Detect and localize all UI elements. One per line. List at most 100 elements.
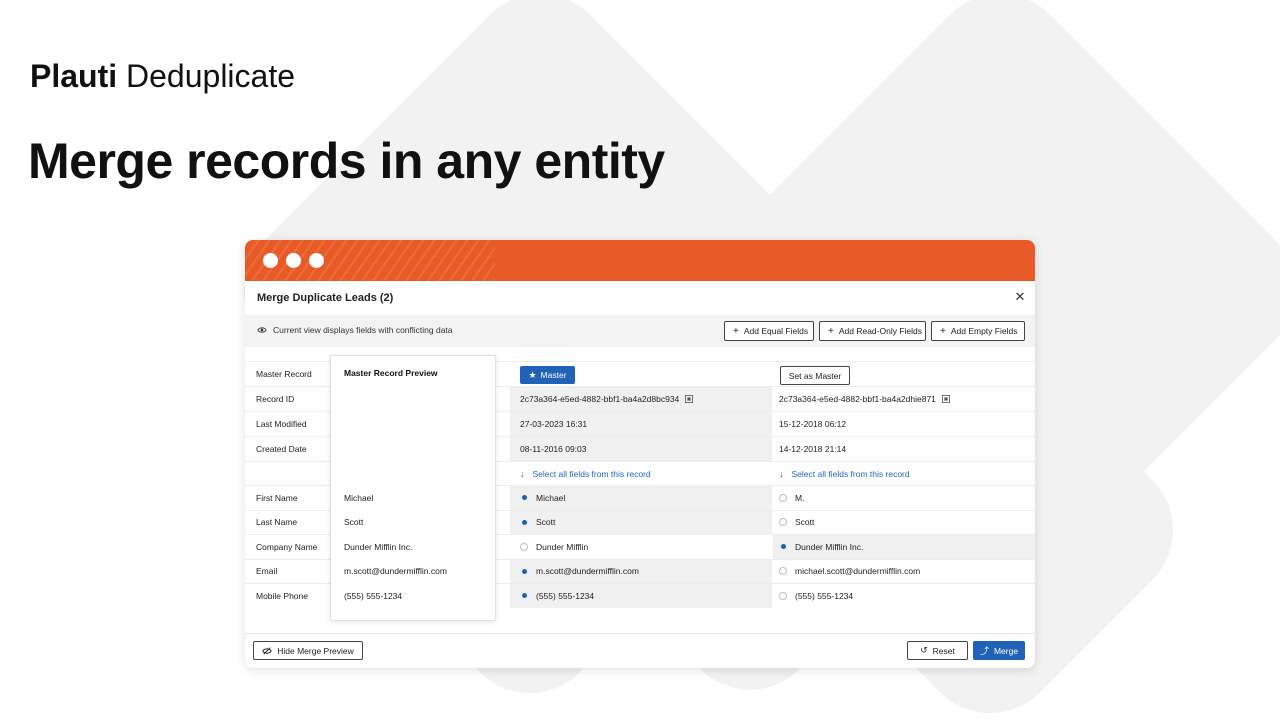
row-label: Email [256, 566, 278, 577]
button-label: Add Read-Only Fields [838, 326, 922, 336]
button-label: Add Equal Fields [743, 326, 809, 336]
app-window: Merge Duplicate Leads (2) ✕ Current view… [245, 240, 1035, 668]
record-id-text: 2c73a364-e5ed-4882-bbf1-ba4a2dhie871 [779, 393, 936, 404]
select-all-record1-link[interactable]: ↓ Select all fields from this record [510, 462, 772, 486]
window-dot [263, 253, 278, 268]
record1-value: 27-03-2023 16:31 [510, 412, 772, 436]
brand-product: Deduplicate [117, 58, 296, 94]
set-as-master-button[interactable]: Set as Master [780, 366, 850, 385]
reset-button[interactable]: ↺ Reset [907, 641, 968, 660]
info-text: Current view displays fields with confli… [273, 325, 453, 335]
record1-option[interactable]: Michael [510, 486, 772, 510]
option-value: michael.scott@dundermifflin.com [795, 566, 921, 577]
record1-option[interactable]: (555) 555-1234 [510, 584, 772, 608]
plus-icon: + [828, 325, 834, 337]
option-value: (555) 555-1234 [536, 590, 595, 601]
row-label: First Name [256, 492, 298, 503]
radio-unselected[interactable] [779, 567, 787, 576]
row-label: Created Date [256, 443, 307, 454]
undo-icon: ↺ [920, 645, 928, 655]
option-value: m.scott@dundermifflin.com [536, 566, 639, 577]
record2-value: 2c73a364-e5ed-4882-bbf1-ba4a2dhie871 [773, 387, 1035, 411]
merge-button[interactable]: ⤴ Merge [973, 641, 1025, 660]
button-label: Merge [993, 645, 1019, 656]
option-value: Dunder Mifflin Inc. [795, 541, 864, 552]
master-button[interactable]: ★ Master [520, 366, 575, 384]
radio-selected[interactable] [521, 519, 527, 525]
info-message: Current view displays fields with confli… [257, 325, 453, 335]
info-bar: Current view displays fields with confli… [245, 315, 1035, 347]
record2-option[interactable]: Dunder Mifflin Inc. [773, 535, 1035, 559]
record2-option[interactable]: (555) 555-1234 [773, 584, 1035, 608]
headline: Merge records in any entity [28, 133, 665, 189]
radio-unselected[interactable] [520, 542, 528, 551]
row-label: Master Record [256, 368, 312, 379]
option-value: Scott [795, 517, 815, 528]
radio-selected[interactable] [521, 495, 527, 501]
record2-option[interactable]: Scott [773, 511, 1035, 535]
row-label: Last Modified [256, 418, 307, 429]
eye-icon [257, 327, 267, 333]
radio-unselected[interactable] [779, 518, 787, 527]
link-label: Select all fields from this record [532, 468, 651, 479]
option-value: (555) 555-1234 [795, 590, 854, 601]
button-label: Master [540, 370, 567, 380]
record1-option[interactable]: Dunder Mifflin [510, 535, 772, 559]
record1-value: 08-11-2016 09:03 [510, 437, 772, 461]
radio-selected[interactable] [780, 544, 786, 550]
copy-icon[interactable] [685, 394, 694, 403]
hide-merge-preview-button[interactable]: Hide Merge Preview [253, 641, 363, 660]
arrow-down-icon: ↓ [520, 468, 525, 479]
preview-mobile-phone: (555) 555-1234 [344, 591, 403, 601]
record1-option[interactable]: m.scott@dundermifflin.com [510, 559, 772, 583]
master-record-preview-panel: Master Record Preview Michael Scott Dund… [330, 355, 496, 621]
option-value: Dunder Mifflin [536, 541, 589, 552]
record2-value: 14-12-2018 21:14 [779, 443, 847, 454]
radio-unselected[interactable] [779, 591, 787, 600]
star-icon: ★ [528, 369, 537, 380]
button-label: Add Empty Fields [950, 326, 1018, 336]
row-label: Mobile Phone [256, 590, 308, 601]
dialog-footer: Hide Merge Preview ↺ Reset ⤴ Merge [245, 633, 1035, 668]
arrow-down-icon: ↓ [779, 468, 784, 479]
preview-company-name: Dunder Mifflin Inc. [344, 542, 413, 552]
row-label: Company Name [256, 541, 318, 552]
option-value: M. [795, 492, 805, 503]
row-label: Record ID [256, 393, 295, 404]
window-dot [286, 253, 301, 268]
window-titlebar [245, 240, 1035, 281]
row-label: Last Name [256, 517, 298, 528]
close-icon[interactable]: ✕ [1013, 290, 1027, 304]
dialog-title: Merge Duplicate Leads (2) [257, 292, 394, 304]
plus-icon: + [733, 325, 739, 337]
record-id-text: 2c73a364-e5ed-4882-bbf1-ba4a2d8bc934 [520, 393, 680, 404]
radio-selected[interactable] [521, 568, 527, 574]
option-value: Michael [536, 492, 566, 503]
record2-value: 15-12-2018 06:12 [779, 418, 847, 429]
record2-option[interactable]: M. [773, 486, 1035, 510]
copy-icon[interactable] [941, 394, 950, 403]
window-dot [309, 253, 324, 268]
radio-selected[interactable] [521, 593, 527, 599]
preview-title: Master Record Preview [344, 368, 438, 378]
preview-email: m.scott@dundermifflin.com [344, 566, 447, 576]
preview-first-name: Michael [344, 493, 374, 503]
preview-last-name: Scott [344, 517, 364, 527]
add-empty-fields-button[interactable]: + Add Empty Fields [931, 321, 1025, 341]
add-equal-fields-button[interactable]: + Add Equal Fields [724, 321, 814, 341]
link-label: Select all fields from this record [791, 468, 910, 479]
merge-icon: ⤴ [979, 646, 989, 656]
plus-icon: + [940, 325, 946, 337]
button-label: Hide Merge Preview [277, 645, 354, 656]
add-readonly-fields-button[interactable]: + Add Read-Only Fields [819, 321, 926, 341]
record2-option[interactable]: michael.scott@dundermifflin.com [773, 560, 1035, 584]
button-label: Reset [932, 645, 955, 656]
record1-option[interactable]: Scott [510, 510, 772, 534]
radio-unselected[interactable] [779, 493, 787, 502]
record1-value: 2c73a364-e5ed-4882-bbf1-ba4a2d8bc934 [510, 387, 772, 411]
brand-name: Plauti [30, 58, 118, 94]
select-all-record2-link[interactable]: ↓ Select all fields from this record [773, 462, 1035, 486]
eye-slash-icon [262, 646, 272, 655]
brand-logo: Plauti Deduplicate [30, 58, 295, 95]
option-value: Scott [536, 517, 556, 528]
